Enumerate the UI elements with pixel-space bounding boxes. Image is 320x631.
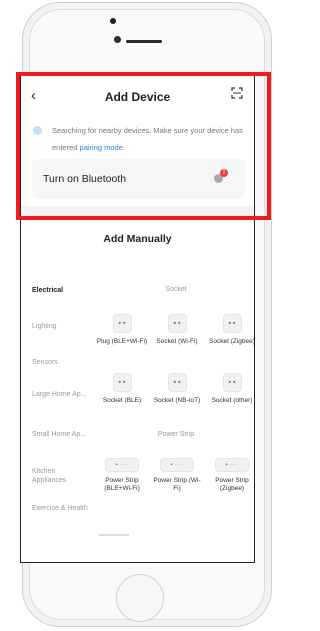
category-item[interactable]: Small Home Ap... — [32, 430, 88, 439]
device-label: Power Strip (BLE+Wi-Fi) — [104, 477, 140, 492]
power-strip-icon: ▪ ∙∙∙∙ — [160, 458, 194, 472]
device-option[interactable]: ▪ ∙∙∙∙ Power Strip (Zigbee) — [206, 458, 254, 493]
device-label: Plug (BLE+Wi-Fi) — [96, 338, 148, 345]
socket-icon: ▪ ▪ — [222, 373, 242, 392]
earpiece-speaker — [126, 40, 162, 43]
device-option[interactable]: ▪ ▪ Socket (other) — [206, 373, 254, 405]
device-option[interactable]: ▪ ▪ Socket (Zigbee) — [206, 314, 255, 346]
front-camera — [114, 36, 121, 43]
section-divider — [21, 206, 254, 216]
category-item[interactable]: Exercise & Health — [32, 504, 88, 513]
device-option[interactable]: ▪ ▪ Socket (Wi-Fi) — [151, 314, 203, 346]
socket-icon: ▪ ▪ — [222, 314, 242, 333]
home-button[interactable] — [116, 574, 164, 622]
device-label: Socket (BLE) — [102, 397, 142, 404]
device-label: Socket (NB-IoT) — [153, 397, 201, 404]
pairing-mode-link[interactable]: pairing mode — [80, 143, 123, 152]
device-option[interactable]: ▪ ∙∙∙∙ Power Strip (Wi-Fi) — [151, 458, 203, 493]
scan-icon[interactable] — [231, 87, 243, 99]
scroll-hint — [99, 534, 129, 536]
device-label: Socket (Wi-Fi) — [156, 338, 198, 345]
power-strip-icon: ▪ ∙∙∙∙ — [215, 458, 249, 472]
app-screen: ‹ Add Device Searching for nearby device… — [20, 75, 255, 563]
socket-icon: ▪ ▪ — [167, 373, 187, 392]
device-option[interactable]: ▪ ▪ Socket (BLE) — [96, 373, 148, 405]
socket-icon: ▪ ▪ — [112, 314, 132, 333]
warning-badge-icon: ! — [220, 169, 228, 177]
searching-indicator-icon — [33, 126, 42, 135]
category-item[interactable]: Sensors — [32, 358, 88, 367]
search-message-end: . — [122, 143, 125, 152]
bluetooth-label: Turn on Bluetooth — [43, 173, 127, 185]
socket-icon: ▪ ▪ — [112, 373, 132, 392]
category-item[interactable]: Large Home Ap... — [32, 390, 88, 399]
device-option[interactable]: ▪ ▪ Socket (NB-IoT) — [151, 373, 203, 405]
device-label: Socket (other) — [211, 397, 253, 404]
section-title: Power Strip — [157, 431, 195, 438]
device-label: Socket (Zigbee) — [209, 338, 255, 345]
section-title: Socket — [165, 286, 187, 293]
front-sensor — [110, 18, 116, 24]
device-option[interactable]: ▪ ▪ Plug (BLE+Wi-Fi) — [96, 314, 148, 346]
bluetooth-card[interactable]: Turn on Bluetooth ! — [32, 159, 245, 199]
category-item[interactable]: Kitchen Appliances — [32, 467, 88, 485]
add-manually-title: Add Manually — [103, 233, 172, 245]
socket-icon: ▪ ▪ — [167, 314, 187, 333]
power-strip-icon: ▪ ∙∙∙∙ — [105, 458, 139, 472]
device-option[interactable]: ▪ ∙∙∙∙ Power Strip (BLE+Wi-Fi) — [96, 458, 148, 493]
device-label: Power Strip (Wi-Fi) — [153, 477, 201, 492]
page-title: Add Device — [104, 90, 171, 104]
category-item[interactable]: Electrical — [32, 286, 88, 295]
category-item[interactable]: Lighting — [32, 322, 88, 331]
search-status: Searching for nearby devices. Make sure … — [52, 122, 247, 156]
device-label: Power Strip (Zigbee) — [215, 477, 249, 492]
